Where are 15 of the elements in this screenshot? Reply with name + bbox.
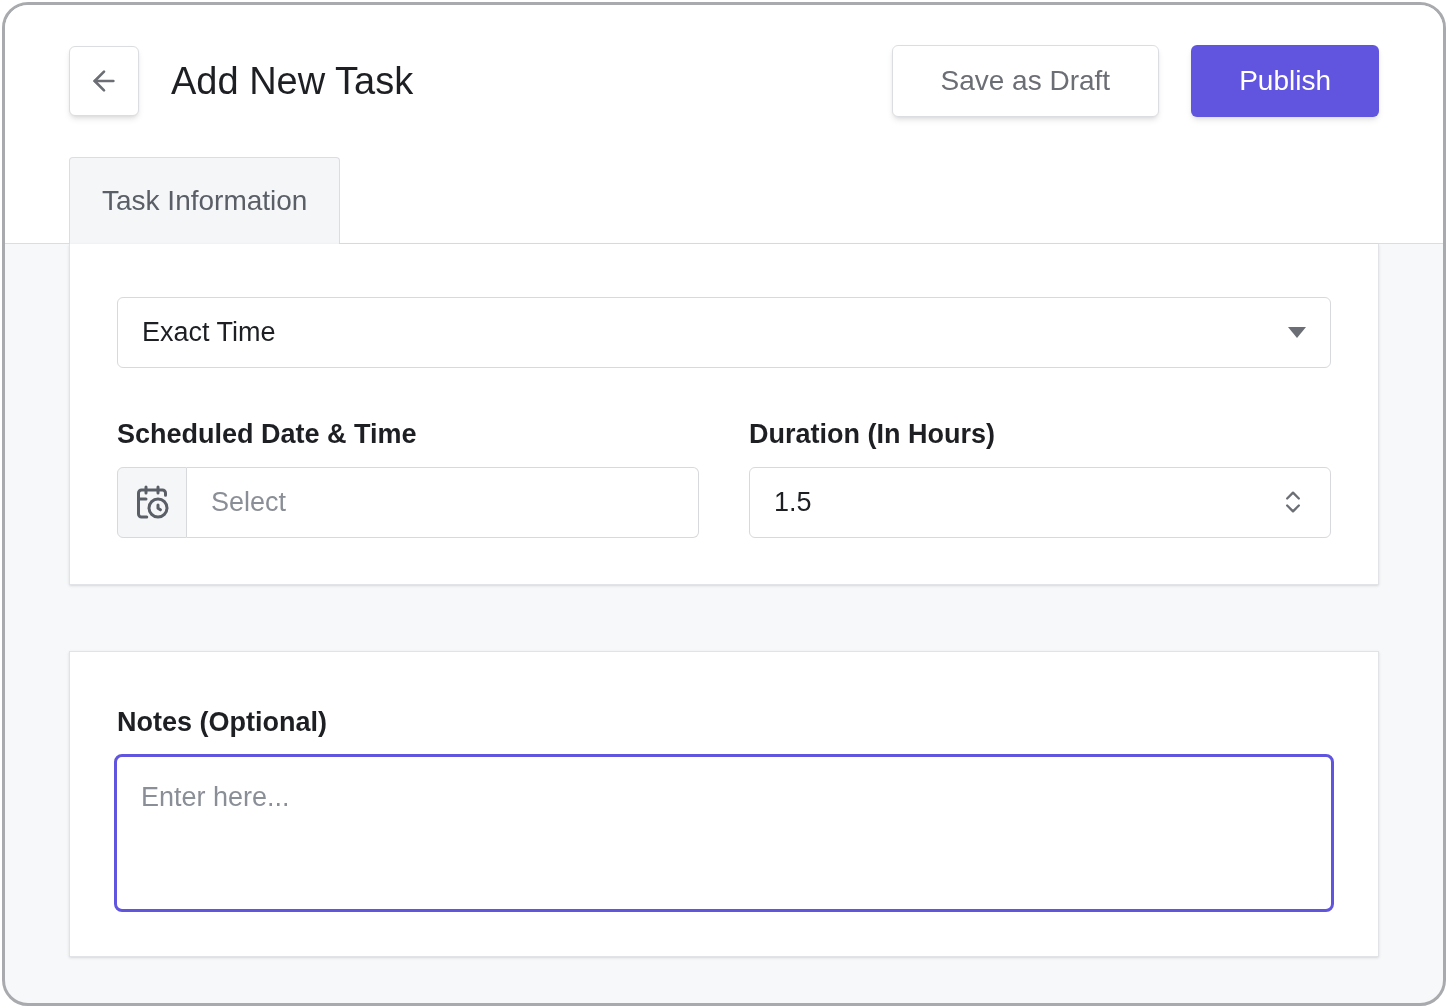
page-title: Add New Task: [171, 58, 415, 104]
dropdown-caret-icon: [1288, 326, 1306, 339]
field-label: Duration (In Hours): [749, 418, 996, 451]
notes-field[interactable]: Enter here...: [114, 754, 1334, 912]
tab[interactable]: Task Information: [69, 157, 341, 244]
select-value: Exact Time: [142, 316, 277, 350]
field-label: Scheduled Date & Time: [117, 418, 418, 451]
save-draft-button[interactable]: Save as Draft: [891, 45, 1160, 117]
back-button[interactable]: [69, 46, 139, 116]
date-time-field[interactable]: Select: [187, 466, 699, 538]
field-label: Notes (Optional): [116, 705, 328, 739]
duration-field[interactable]: 1.5: [749, 466, 1331, 538]
publish-button[interactable]: Publish: [1191, 45, 1379, 117]
calendar-icon: [134, 484, 170, 520]
time-type-select[interactable]: Exact Time: [117, 297, 1331, 368]
